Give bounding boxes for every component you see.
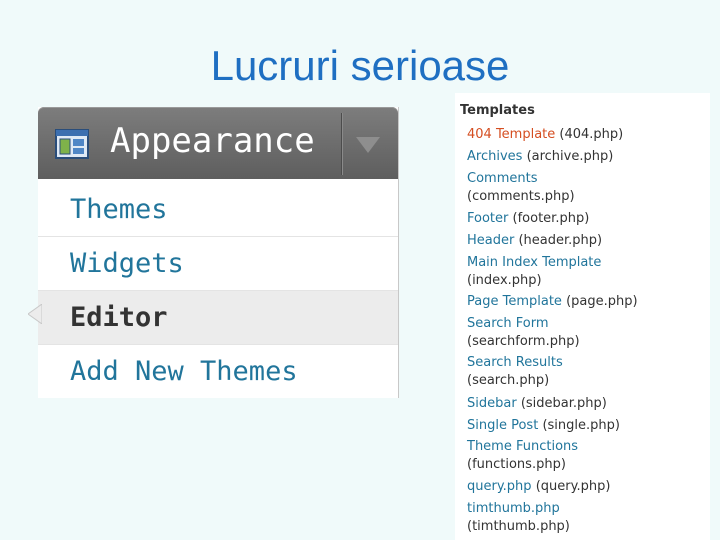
template-name: Sidebar xyxy=(467,396,517,411)
header-divider xyxy=(341,113,342,175)
template-item[interactable]: 404 Template (404.php) xyxy=(467,126,707,144)
template-file: (footer.php) xyxy=(512,211,590,226)
template-file: (query.php) xyxy=(535,479,611,494)
template-file: (comments.php) xyxy=(467,189,575,204)
template-item[interactable]: Sidebar (sidebar.php) xyxy=(467,395,707,413)
template-file: (functions.php) xyxy=(467,457,566,472)
menu-item-themes[interactable]: Themes xyxy=(38,183,398,237)
menu-item-add-new-themes[interactable]: Add New Themes xyxy=(38,345,398,399)
template-item[interactable]: Theme Functions (functions.php) xyxy=(467,438,707,474)
template-name: Main Index Template xyxy=(467,255,602,270)
template-name: Comments xyxy=(467,171,538,186)
template-name: Archives xyxy=(467,149,523,164)
appearance-menu-header[interactable]: Appearance xyxy=(38,107,398,179)
template-item[interactable]: Main Index Template (index.php) xyxy=(467,254,707,290)
slide-title: Lucruri serioase xyxy=(0,42,720,90)
template-file: (sidebar.php) xyxy=(520,396,607,411)
template-file: (header.php) xyxy=(518,233,603,248)
template-item[interactable]: Search Form (searchform.php) xyxy=(467,315,707,351)
template-item[interactable]: Page Template (page.php) xyxy=(467,293,707,311)
template-file: (timthumb.php) xyxy=(467,519,570,534)
template-item[interactable]: timthumb.php (timthumb.php) xyxy=(467,500,707,536)
menu-item-widgets[interactable]: Widgets xyxy=(38,237,398,291)
template-item[interactable]: Single Post (single.php) xyxy=(467,417,707,435)
template-file: (single.php) xyxy=(542,418,620,433)
template-name: Footer xyxy=(467,211,509,226)
appearance-icon xyxy=(55,129,89,159)
templates-heading: Templates xyxy=(460,103,535,118)
chevron-down-icon[interactable] xyxy=(356,137,380,153)
appearance-menu: Appearance Themes Widgets Editor Add New… xyxy=(38,107,399,398)
template-item[interactable]: Header (header.php) xyxy=(467,232,707,250)
current-item-pointer-icon xyxy=(28,304,42,324)
template-file: (searchform.php) xyxy=(467,334,580,349)
template-name: query.php xyxy=(467,479,532,494)
template-file: (search.php) xyxy=(467,373,550,388)
template-item[interactable]: Archives (archive.php) xyxy=(467,148,707,166)
template-file: (404.php) xyxy=(559,127,624,142)
template-name: Search Form xyxy=(467,316,549,331)
templates-list: Templates 404 Template (404.php) Archive… xyxy=(455,93,710,540)
template-name: 404 Template xyxy=(467,127,556,142)
slide-title-text: Lucruri serioase xyxy=(210,42,510,89)
template-name: Theme Functions xyxy=(467,439,579,454)
template-item[interactable]: Comments (comments.php) xyxy=(467,170,707,206)
template-name: Header xyxy=(467,233,515,248)
template-item[interactable]: Footer (footer.php) xyxy=(467,210,707,228)
template-file: (index.php) xyxy=(467,273,542,288)
menu-item-editor[interactable]: Editor xyxy=(38,291,398,345)
template-name: Single Post xyxy=(467,418,539,433)
template-file: (page.php) xyxy=(566,294,638,309)
template-file: (archive.php) xyxy=(526,149,614,164)
template-name: Search Results xyxy=(467,355,563,370)
template-item[interactable]: query.php (query.php) xyxy=(467,478,707,496)
template-item[interactable]: Search Results (search.php) xyxy=(467,354,707,390)
template-name: Page Template xyxy=(467,294,562,309)
appearance-label: Appearance xyxy=(110,121,315,161)
template-name: timthumb.php xyxy=(467,501,560,516)
